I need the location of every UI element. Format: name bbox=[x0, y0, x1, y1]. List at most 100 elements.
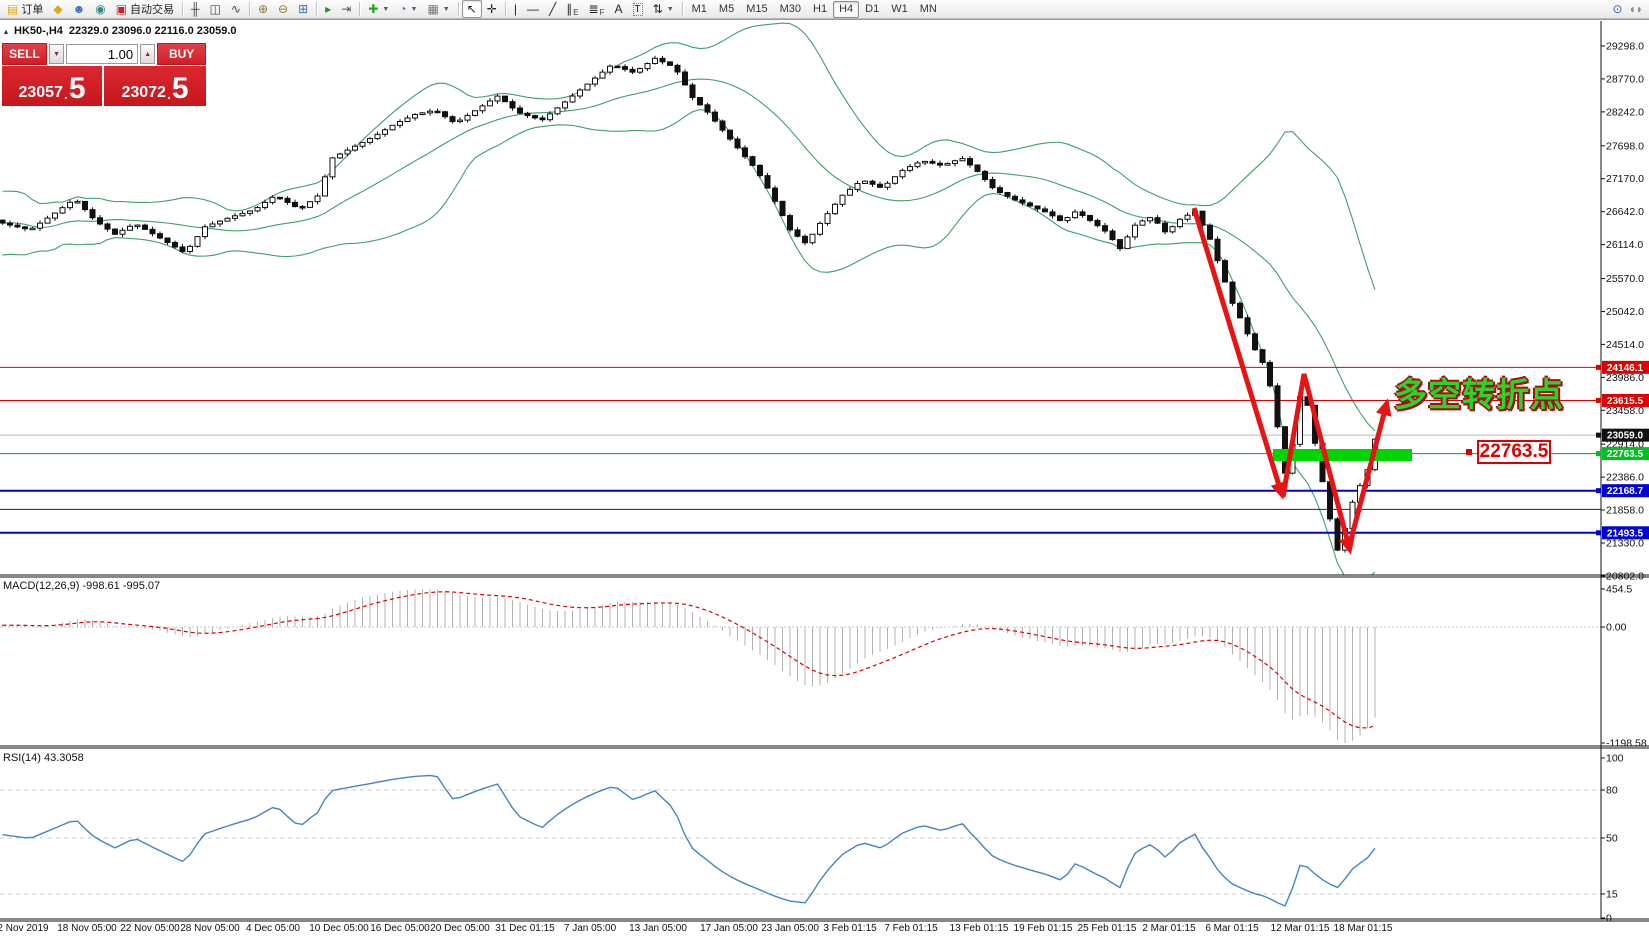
line-chart-button[interactable]: ∿ bbox=[226, 0, 246, 18]
sell-price-pip: 5 bbox=[69, 76, 86, 102]
new-order-icon: ▤ bbox=[7, 2, 18, 16]
svg-text:26114.0: 26114.0 bbox=[1606, 239, 1643, 251]
chart-canvas[interactable]: 29298.028770.028242.027698.027170.026642… bbox=[0, 0, 1649, 939]
vertical-line-icon: | bbox=[514, 2, 517, 16]
auto-scroll-icon: ▸ bbox=[325, 2, 331, 16]
sell-price-display[interactable]: 23057 . 5 bbox=[2, 66, 102, 106]
svg-text:12 Mar 01:15: 12 Mar 01:15 bbox=[1271, 923, 1330, 934]
svg-text:16 Dec 05:00: 16 Dec 05:00 bbox=[370, 923, 430, 934]
svg-text:100: 100 bbox=[1606, 753, 1624, 765]
svg-text:454.5: 454.5 bbox=[1606, 584, 1632, 596]
timeframe-H4[interactable]: H4 bbox=[833, 1, 859, 18]
toolbar-separator bbox=[359, 2, 360, 16]
profile-icon[interactable]: ☻ bbox=[68, 0, 91, 18]
tile-windows-button[interactable]: ⊞ bbox=[293, 0, 313, 18]
svg-text:2 Mar 01:15: 2 Mar 01:15 bbox=[1142, 923, 1196, 934]
chart-shift-button[interactable]: ⇥ bbox=[336, 0, 356, 18]
chart-window-icon[interactable]: ◆ bbox=[48, 0, 67, 18]
timeframe-M30[interactable]: M30 bbox=[774, 1, 807, 18]
svg-text:24146.1: 24146.1 bbox=[1607, 363, 1644, 374]
search-icon[interactable]: ⊙ bbox=[1612, 2, 1622, 16]
autotrade-button-label: 自动交易 bbox=[130, 1, 174, 17]
turning-point-annotation[interactable]: 多空转折点 bbox=[1394, 368, 1564, 416]
indicators-button[interactable]: ✚▼ bbox=[363, 0, 394, 18]
svg-text:18 Mar 01:15: 18 Mar 01:15 bbox=[1334, 923, 1393, 934]
buy-button[interactable]: BUY bbox=[157, 43, 206, 65]
sell-button[interactable]: SELL bbox=[2, 43, 47, 65]
dropdown-arrow-icon[interactable]: ▼ bbox=[443, 6, 450, 13]
toolbar-separator bbox=[458, 2, 459, 16]
zoom-in-button[interactable]: ⊕ bbox=[253, 0, 273, 18]
svg-text:28 Nov 05:00: 28 Nov 05:00 bbox=[180, 923, 240, 934]
timeframe-H1[interactable]: H1 bbox=[807, 1, 833, 18]
svg-text:22386.0: 22386.0 bbox=[1606, 472, 1644, 484]
svg-text:2 Nov 2019: 2 Nov 2019 bbox=[0, 923, 49, 934]
price-callout-label[interactable]: 22763.5 bbox=[1477, 440, 1551, 464]
svg-text:22763.5: 22763.5 bbox=[1607, 449, 1644, 460]
crosshair-icon: ✛ bbox=[487, 2, 497, 16]
new-order-button[interactable]: ▤订单 bbox=[2, 0, 48, 18]
timeframe-W1[interactable]: W1 bbox=[885, 1, 914, 18]
svg-text:-1198.58: -1198.58 bbox=[1606, 738, 1647, 750]
buy-price-pip: 5 bbox=[172, 76, 189, 102]
svg-text:23615.5: 23615.5 bbox=[1607, 396, 1644, 407]
trendline-icon: ╱ bbox=[549, 2, 556, 16]
svg-text:7 Feb 01:15: 7 Feb 01:15 bbox=[884, 923, 938, 934]
dropdown-arrow-icon[interactable]: ▼ bbox=[382, 6, 389, 13]
svg-text:7 Jan 05:00: 7 Jan 05:00 bbox=[564, 923, 617, 934]
autotrade-icon: ▣ bbox=[116, 2, 127, 16]
timeframe-MN[interactable]: MN bbox=[914, 1, 943, 18]
templates-button[interactable]: ▦▼ bbox=[422, 0, 454, 18]
bar-chart-button[interactable]: ╫ bbox=[186, 0, 205, 18]
zoom-out-button[interactable]: ⊖ bbox=[273, 0, 293, 18]
vertical-line-button[interactable]: | bbox=[509, 0, 522, 18]
svg-text:50: 50 bbox=[1606, 833, 1618, 845]
buy-price-display[interactable]: 23072 . 5 bbox=[104, 66, 206, 106]
svg-text:25 Feb 01:15: 25 Feb 01:15 bbox=[1078, 923, 1137, 934]
svg-text:10 Dec 05:00: 10 Dec 05:00 bbox=[309, 923, 369, 934]
auto-scroll-button[interactable]: ▸ bbox=[320, 0, 336, 18]
toolbar-separator bbox=[182, 2, 183, 16]
svg-text:6 Mar 01:15: 6 Mar 01:15 bbox=[1205, 923, 1259, 934]
arrows-button[interactable]: ⇅▼ bbox=[648, 0, 679, 18]
svg-text:80: 80 bbox=[1606, 785, 1618, 797]
fibonacci-button[interactable]: ≣F bbox=[584, 0, 610, 18]
volume-input[interactable] bbox=[66, 44, 138, 64]
dropdown-arrow-icon[interactable]: ▼ bbox=[411, 6, 418, 13]
channel-button[interactable]: ∥E bbox=[561, 0, 583, 18]
new-order-button-label: 订单 bbox=[21, 1, 43, 17]
text-button[interactable]: A bbox=[610, 0, 628, 18]
dropdown-arrow-icon[interactable]: ▼ bbox=[667, 6, 674, 13]
timeframe-M1[interactable]: M1 bbox=[686, 1, 713, 18]
bar-chart-icon: ╫ bbox=[191, 2, 200, 16]
broadcast-icon-icon: ◉ bbox=[95, 2, 105, 16]
sell-price-main: 23057 bbox=[18, 84, 63, 102]
profile-icon-icon: ☻ bbox=[73, 2, 86, 16]
timeframe-M5[interactable]: M5 bbox=[713, 1, 740, 18]
svg-text:19 Feb 01:15: 19 Feb 01:15 bbox=[1014, 923, 1073, 934]
crosshair-button[interactable]: ✛ bbox=[482, 0, 502, 18]
timeframe-D1[interactable]: D1 bbox=[859, 1, 885, 18]
autotrade-button[interactable]: ▣自动交易 bbox=[111, 0, 179, 18]
periods-button[interactable]: ◔▼ bbox=[394, 0, 422, 18]
chart-ohlc-values: 22329.0 23096.0 22116.0 23059.0 bbox=[69, 25, 237, 37]
one-click-trading-panel: SELL ▼ ▲ BUY 23057 . 5 23072 . 5 bbox=[2, 43, 206, 106]
cursor-button[interactable]: ↖ bbox=[462, 0, 482, 18]
buy-price-main: 23072 bbox=[121, 84, 166, 102]
volume-up-button[interactable]: ▲ bbox=[140, 44, 155, 64]
timeframe-M15[interactable]: M15 bbox=[740, 1, 773, 18]
chat-icon[interactable]: ◖◗ bbox=[1629, 2, 1644, 16]
candle-chart-button[interactable]: ◫ bbox=[205, 0, 226, 18]
label-button[interactable]: T bbox=[628, 0, 648, 18]
svg-text:28770.0: 28770.0 bbox=[1606, 73, 1644, 85]
trendline-button[interactable]: ╱ bbox=[544, 0, 561, 18]
chart-symbol: HK50-,H4 bbox=[14, 25, 63, 37]
volume-down-button[interactable]: ▼ bbox=[49, 44, 64, 64]
svg-text:4 Dec 05:00: 4 Dec 05:00 bbox=[246, 923, 300, 934]
rsi-indicator-label: RSI(14) 43.3058 bbox=[3, 752, 84, 764]
svg-text:29298.0: 29298.0 bbox=[1606, 41, 1644, 53]
green-highlight-bar[interactable] bbox=[1273, 449, 1412, 461]
main-toolbar: ▤订单◆☻◉▣自动交易╫◫∿⊕⊖⊞▸⇥✚▼◔▼▦▼↖✛|―╱∥E≣FAT⇅▼M1… bbox=[0, 0, 1649, 19]
horizontal-line-button[interactable]: ― bbox=[522, 0, 544, 18]
broadcast-icon[interactable]: ◉ bbox=[90, 0, 110, 18]
